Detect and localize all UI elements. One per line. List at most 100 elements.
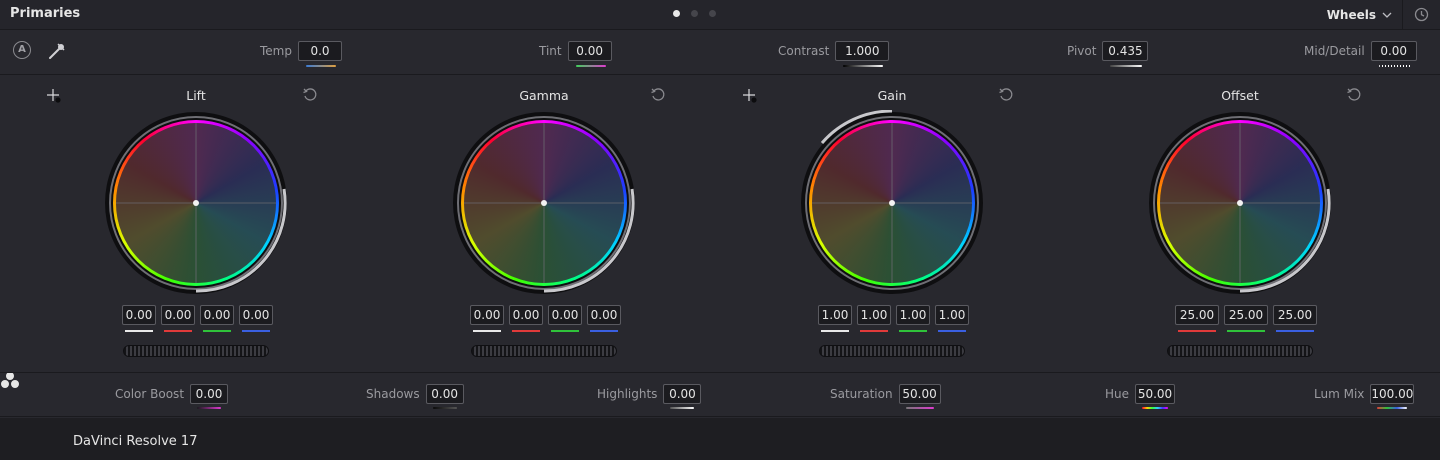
lift-channel-bar: [203, 330, 231, 332]
lift-channel-bar: [242, 330, 270, 332]
offset-value-field[interactable]: 25.00: [1273, 305, 1317, 332]
mode-dropdown[interactable]: Wheels: [1323, 0, 1403, 29]
gamma-channel-bar: [473, 330, 501, 332]
color_boost-indicator: [197, 407, 222, 409]
bottom-controls-bar: Color Boost 0.00 Shadows 0.00 Highlights 0.00…: [0, 372, 1440, 417]
color_boost-label: Color Boost: [115, 387, 185, 401]
gamma-wheel-puck[interactable]: [541, 200, 547, 206]
offset-wheel-panel: Offset 25.00 25.00 25.00: [1080, 75, 1400, 371]
shadows-label: Shadows: [366, 387, 420, 401]
contrast-label: Contrast: [778, 44, 830, 58]
panel-title: Primaries: [10, 6, 81, 21]
pivot-field[interactable]: 0.435: [1102, 41, 1149, 61]
tint-field[interactable]: 0.00: [567, 41, 612, 61]
gain-values: 1.00 1.00 1.00 1.00: [818, 305, 969, 332]
mid_detail-field[interactable]: 0.00: [1370, 41, 1417, 61]
saturation-indicator: [905, 407, 934, 409]
temp-control: Temp 0.0: [260, 41, 342, 67]
gain-channel-bar: [821, 330, 849, 332]
offset-wheel-puck[interactable]: [1237, 200, 1243, 206]
saturation-field[interactable]: 50.00: [898, 384, 941, 409]
lift-values: 0.00 0.00 0.00 0.00: [122, 305, 273, 332]
lift-wheel-puck[interactable]: [193, 200, 199, 206]
gamma-wheel-panel: Gamma 0.00 0.00 0.00 0.00: [384, 75, 704, 371]
gain-color-wheel[interactable]: [799, 110, 985, 296]
mid_detail-control: Mid/Detail 0.00: [1304, 41, 1417, 67]
saturation-control: Saturation 50.00: [830, 384, 941, 409]
mid_detail-indicator: [1378, 65, 1411, 67]
color_boost-control: Color Boost 0.00: [115, 384, 229, 409]
shadows-indicator: [432, 407, 457, 409]
app-footer: [0, 418, 1440, 460]
gamma-channel-bar: [551, 330, 579, 332]
highlights-control: Highlights 0.00: [597, 384, 702, 409]
gain-master-jog[interactable]: [819, 345, 965, 357]
highlights-indicator: [670, 407, 695, 409]
lift-color-wheel[interactable]: [103, 110, 289, 296]
contrast-indicator: [843, 65, 884, 67]
hue-indicator: [1142, 407, 1169, 409]
lift-value-field[interactable]: 0.00: [161, 305, 195, 332]
contrast-field[interactable]: 1.000: [835, 41, 890, 61]
lift-master-jog[interactable]: [123, 345, 269, 357]
page-dot-2[interactable]: [691, 10, 698, 17]
mid_detail-label: Mid/Detail: [1304, 44, 1365, 58]
temp-label: Temp: [260, 44, 292, 58]
lum_mix-indicator: [1377, 407, 1408, 409]
gain-value-field[interactable]: 1.00: [857, 305, 891, 332]
temp-indicator: [305, 65, 336, 67]
gamma-values: 0.00 0.00 0.00 0.00: [470, 305, 621, 332]
gamma-channel-bar: [590, 330, 618, 332]
hue-label: Hue: [1105, 387, 1130, 401]
gamma-value-field[interactable]: 0.00: [509, 305, 543, 332]
shadows-field[interactable]: 0.00: [425, 384, 464, 409]
lift-channel-bar: [164, 330, 192, 332]
lift-channel-bar: [125, 330, 153, 332]
gain-value-field[interactable]: 1.00: [896, 305, 930, 332]
reset-icon[interactable]: [1346, 87, 1362, 103]
wheels-area: Lift 0.00 0.00 0.00 0.00 Gamma 0.00 0.00 0.00 0.0…: [0, 75, 1440, 371]
offset-value-field[interactable]: 25.00: [1224, 305, 1268, 332]
gain-wheel-puck[interactable]: [889, 200, 895, 206]
gamma-color-wheel[interactable]: [451, 110, 637, 296]
app-name: DaVinci Resolve 17: [73, 434, 198, 449]
shadows-control: Shadows 0.00: [366, 384, 464, 409]
color_boost-field[interactable]: 0.00: [190, 384, 229, 409]
page-dot-1[interactable]: [673, 10, 680, 17]
gamma-value-field[interactable]: 0.00: [548, 305, 582, 332]
gain-value-field[interactable]: 1.00: [935, 305, 969, 332]
lum_mix-field[interactable]: 100.00: [1370, 384, 1415, 409]
offset-master-jog[interactable]: [1167, 345, 1313, 357]
highlights-field[interactable]: 0.00: [663, 384, 702, 409]
reset-icon[interactable]: [998, 87, 1014, 103]
panel-header: Primaries Wheels: [0, 0, 1440, 30]
lift-value-field[interactable]: 0.00: [122, 305, 156, 332]
pivot-control: Pivot 0.435: [1067, 41, 1149, 67]
reset-icon[interactable]: [650, 87, 666, 103]
history-icon[interactable]: [1413, 6, 1430, 23]
offset-value-field[interactable]: 25.00: [1175, 305, 1219, 332]
gain-value-field[interactable]: 1.00: [818, 305, 852, 332]
mode-label: Wheels: [1326, 7, 1376, 22]
auto-balance-icon[interactable]: A: [13, 41, 31, 59]
highlights-label: Highlights: [597, 387, 658, 401]
offset-channel-bar: [1227, 330, 1265, 332]
lum_mix-label: Lum Mix: [1314, 387, 1365, 401]
hue-control: Hue 50.00: [1105, 384, 1176, 409]
temp-field[interactable]: 0.0: [297, 41, 342, 61]
crosshair-icon[interactable]: [46, 88, 62, 104]
gamma-value-field[interactable]: 0.00: [470, 305, 504, 332]
top-controls-bar: A Temp 0.0 Tint 0.00 Contrast 1.000 Pivot 0.435…: [0, 30, 1440, 75]
contrast-control: Contrast 1.000: [778, 41, 890, 67]
chevron-down-icon: [1382, 12, 1392, 18]
reset-icon[interactable]: [302, 87, 318, 103]
lift-value-field[interactable]: 0.00: [200, 305, 234, 332]
crosshair-icon[interactable]: [742, 88, 758, 104]
lift-value-field[interactable]: 0.00: [239, 305, 273, 332]
eyedropper-icon[interactable]: [47, 41, 67, 61]
gamma-value-field[interactable]: 0.00: [587, 305, 621, 332]
page-dot-3[interactable]: [709, 10, 716, 17]
offset-color-wheel[interactable]: [1147, 110, 1333, 296]
hue-field[interactable]: 50.00: [1135, 384, 1176, 409]
gamma-master-jog[interactable]: [471, 345, 617, 357]
